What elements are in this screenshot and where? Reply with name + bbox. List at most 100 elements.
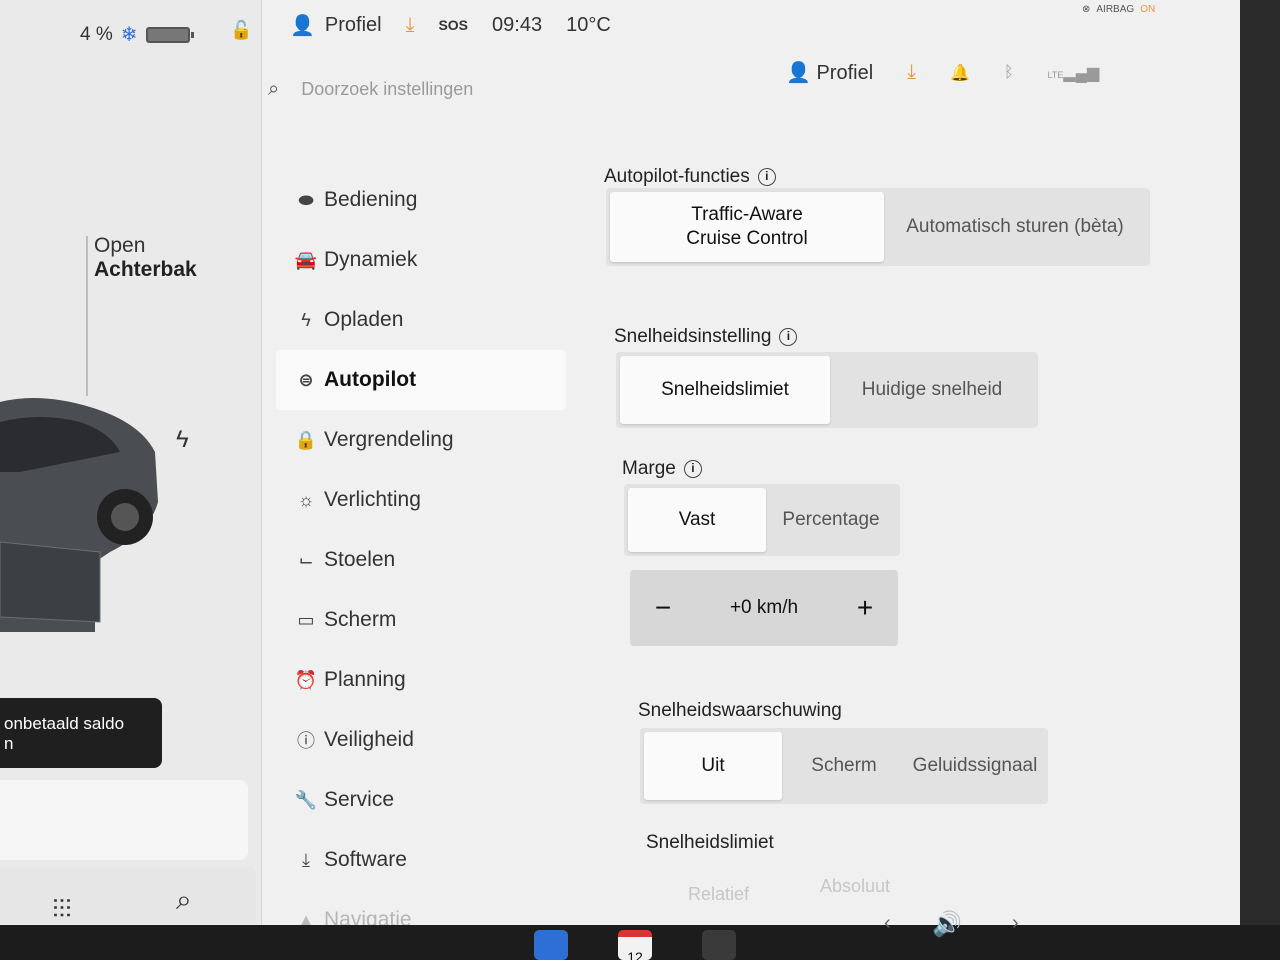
download-icon[interactable]: ⤓ (907, 61, 916, 84)
car-icon: 🚘 (294, 249, 318, 270)
trunk-line (86, 236, 88, 396)
clock: 09:43 (492, 13, 543, 36)
option-current-speed[interactable]: Huidige snelheid (830, 356, 1034, 424)
media-card[interactable] (0, 780, 248, 860)
section-title: Autopilot-functies (604, 166, 750, 187)
option-off[interactable]: Uit (644, 732, 782, 800)
outside-temperature: 10°C (566, 13, 611, 36)
info-icon[interactable]: i (683, 460, 702, 478)
bottom-controls (0, 866, 256, 924)
option-chime[interactable]: Geluidssignaal (906, 732, 1044, 800)
status-bar: 👤 Profiel ⤓ SOS 09:43 10°C (290, 8, 611, 42)
option-speed-limit[interactable]: Snelheidslimiet (620, 356, 830, 424)
option-percentage[interactable]: Percentage (766, 488, 896, 552)
nav-label: Dynamiek (324, 248, 418, 271)
option-relative[interactable]: Relatief (688, 884, 749, 905)
settings-nav: ⬬ Bediening 🚘 Dynamiek ϟ Opladen ⊜ Autop… (276, 170, 566, 925)
profile-button[interactable]: 👤 Profiel (786, 60, 873, 85)
status-profile[interactable]: Profiel (325, 14, 382, 37)
unpaid-balance-toast[interactable]: onbetaald saldo n (0, 698, 162, 768)
airbag-label: AIRBAG (1096, 3, 1135, 15)
chevron-left-icon[interactable]: ‹ (884, 912, 891, 935)
car-panel: 4 % ❄ 🔓 Open Achterbak ϟ onbetaald saldo… (0, 0, 262, 925)
battery-icon (145, 26, 194, 43)
margin-value: +0 km/h (729, 597, 799, 618)
nav-label: Stoelen (324, 548, 396, 571)
nav-item-stoelen[interactable]: ⌙ Stoelen (276, 530, 566, 590)
sos-label[interactable]: SOS (438, 17, 468, 33)
sliders-icon[interactable]: ⫶⫶⫶ (52, 894, 72, 925)
settings-search[interactable]: ⌕ Doorzoek instellingen (268, 78, 473, 101)
chevron-right-icon[interactable]: › (1012, 912, 1019, 935)
increase-button[interactable]: + (850, 592, 880, 624)
trunk-name: Achterbak (94, 258, 197, 281)
snowflake-icon: ❄ (120, 24, 138, 46)
search-placeholder: Doorzoek instellingen (301, 79, 474, 99)
nav-item-scherm[interactable]: ▭ Scherm (276, 590, 566, 650)
nav-item-navigatie[interactable]: ▲ Navigatie (276, 890, 566, 925)
nav-item-software[interactable]: ⤓ Software (276, 830, 566, 890)
decrease-button[interactable]: − (648, 592, 678, 624)
nav-label: Opladen (324, 308, 404, 331)
display-icon: ▭ (297, 609, 315, 630)
nav-label: Verlichting (324, 488, 421, 511)
section-speed-warning: Snelheidswaarschuwing (638, 700, 842, 722)
volume-icon[interactable]: 🔊 (932, 910, 962, 939)
nav-label: Planning (324, 668, 406, 691)
option-traffic-aware-cruise-control[interactable]: Traffic-Aware Cruise Control (610, 192, 884, 262)
info-icon[interactable]: i (779, 328, 798, 346)
nav-label: Software (324, 848, 407, 871)
nav-item-service[interactable]: 🔧 Service (276, 770, 566, 830)
info-icon[interactable]: i (757, 168, 776, 186)
lock-open-icon[interactable]: 🔓 (230, 20, 252, 41)
margin-type-selector: Vast Percentage (624, 484, 900, 556)
profile-icon[interactable]: 👤 (290, 13, 315, 38)
profile-icon: 👤 (786, 62, 811, 84)
section-title: Marge (622, 458, 676, 479)
navigation-icon: ▲ (297, 909, 315, 926)
nav-item-opladen[interactable]: ϟ Opladen (276, 290, 566, 350)
option-autosteer[interactable]: Automatisch sturen (bèta) (884, 192, 1146, 262)
airbag-indicator: ⊗ AIRBAG ON (1082, 0, 1155, 18)
nav-item-planning[interactable]: ⏰ Planning (276, 650, 566, 710)
open-trunk-button[interactable]: Open Achterbak (94, 234, 197, 282)
nav-item-bediening[interactable]: ⬬ Bediening (276, 170, 566, 230)
bluetooth-icon[interactable]: ᛒ (1004, 64, 1014, 82)
nav-item-verlichting[interactable]: ☼ Verlichting (276, 470, 566, 530)
wrench-icon: 🔧 (294, 789, 318, 810)
screen-bezel-right (1240, 0, 1280, 960)
calendar-icon[interactable]: 12 (618, 930, 652, 960)
option-display[interactable]: Scherm (782, 732, 906, 800)
lte-label: LTE (1047, 69, 1064, 80)
toggle-icon: ⬬ (298, 189, 314, 210)
nav-item-autopilot[interactable]: ⊜ Autopilot (276, 350, 566, 410)
toybox-icon[interactable] (702, 930, 736, 960)
nav-label: Service (324, 788, 395, 811)
section-speed-limit: Snelheidslimiet (646, 832, 774, 854)
download-icon: ⤓ (302, 849, 310, 870)
bluetooth-app-icon[interactable] (534, 930, 568, 960)
battery-percent: 4 % (80, 23, 113, 45)
bolt-icon: ϟ (301, 309, 311, 330)
option-fixed[interactable]: Vast (628, 488, 766, 552)
section-margin: Marge i (622, 458, 702, 480)
airbag-state: ON (1140, 3, 1156, 15)
nav-item-veiligheid[interactable]: ⓘ Veiligheid (276, 710, 566, 770)
light-icon: ☼ (297, 489, 315, 510)
nav-label: Veiligheid (324, 728, 414, 751)
search-icon[interactable]: ⌕ (176, 884, 192, 917)
charge-port-icon[interactable]: ϟ (176, 426, 189, 454)
nav-item-dynamiek[interactable]: 🚘 Dynamiek (276, 230, 566, 290)
download-icon[interactable]: ⤓ (406, 14, 415, 37)
calendar-day: 12 (627, 949, 643, 960)
speed-warning-selector: Uit Scherm Geluidssignaal (640, 728, 1048, 804)
toast-subtext: n (4, 734, 14, 753)
option-absolute[interactable]: Absoluut (820, 876, 890, 897)
nav-label: Autopilot (324, 368, 417, 391)
nav-item-vergrendeling[interactable]: 🔒 Vergrendeling (276, 410, 566, 470)
nav-label: Scherm (324, 608, 397, 631)
bell-icon[interactable]: 🔔 (950, 63, 970, 83)
car-icon[interactable] (0, 392, 160, 632)
nav-label: Bediening (324, 188, 418, 211)
header-right: 👤 Profiel ⤓ 🔔 ᛒ LTE▂▄▆ (786, 60, 1099, 85)
